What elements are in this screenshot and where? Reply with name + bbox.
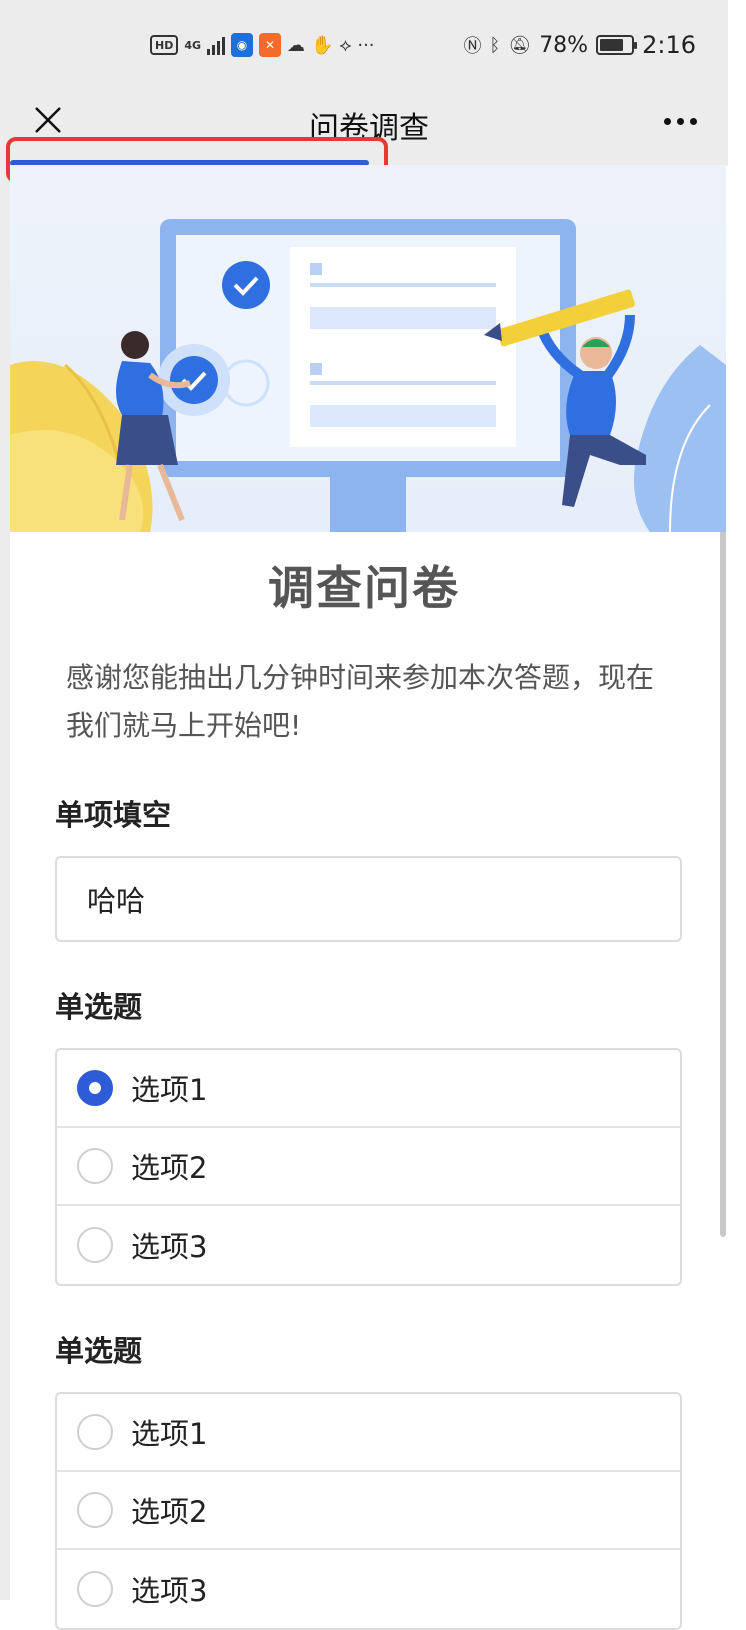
- hero-illustration: [10, 165, 726, 532]
- radio-button[interactable]: [77, 1148, 113, 1184]
- survey-title: 调查问卷: [268, 561, 460, 615]
- option-label: 选项2: [131, 1151, 208, 1185]
- option-label: 选项3: [131, 1574, 208, 1608]
- close-button[interactable]: [28, 100, 68, 140]
- signal-icon: [207, 35, 226, 55]
- radio-button-checked[interactable]: [77, 1070, 113, 1106]
- status-right-icons: Ⓝ ᛒ 🔕︎ 78% 2:16: [464, 31, 696, 59]
- clock: 2:16: [642, 31, 696, 59]
- survey-description: 感谢您能抽出几分钟时间来参加本次答题，现在我们就马上开始吧!: [66, 661, 655, 742]
- radio-option[interactable]: 选项2: [57, 1472, 680, 1550]
- nav-bar: 问卷调查: [10, 90, 728, 160]
- option-label: 选项1: [131, 1073, 208, 1107]
- option-label: 选项3: [131, 1230, 208, 1264]
- nfc-icon: Ⓝ: [463, 36, 482, 57]
- network-type-icon: 4G: [184, 38, 202, 52]
- radio-option[interactable]: 选项1: [57, 1050, 680, 1128]
- more-dot: [689, 117, 697, 125]
- hand-icon: ✋: [311, 34, 334, 56]
- hd-icon: HD: [150, 35, 179, 55]
- option-label: 选项2: [131, 1495, 208, 1529]
- status-bar: HD 4G ◉ ✕ ☁ ✋ ⟡ ··· Ⓝ ᛒ 🔕︎ 78% 2:16: [10, 0, 728, 90]
- fill-in-input[interactable]: [55, 856, 682, 942]
- option-label: 选项1: [131, 1417, 208, 1451]
- mute-icon: 🔕︎: [508, 34, 532, 56]
- bluetooth-icon: ᛒ: [489, 34, 501, 56]
- more-menu-button[interactable]: [660, 106, 700, 136]
- link-icon: ⟡: [339, 34, 352, 56]
- app-notification-icon: ◉: [231, 33, 254, 57]
- more-notifications-icon: ···: [357, 34, 375, 56]
- status-left-icons: HD 4G ◉ ✕ ☁ ✋ ⟡ ···: [150, 33, 375, 57]
- radio-button[interactable]: [77, 1571, 113, 1607]
- radio-group: 选项1 选项2 选项3: [55, 1048, 682, 1286]
- app-notification-icon: ✕: [259, 33, 282, 57]
- radio-option[interactable]: 选项3: [57, 1550, 680, 1628]
- radio-button[interactable]: [77, 1492, 113, 1528]
- close-icon: [35, 107, 61, 133]
- wechat-icon: ☁: [287, 34, 306, 56]
- radio-group: 选项1 选项2 选项3: [55, 1392, 682, 1630]
- radio-option[interactable]: 选项3: [57, 1206, 680, 1284]
- left-gutter: [0, 0, 10, 1600]
- radio-button[interactable]: [77, 1227, 113, 1263]
- radio-option[interactable]: 选项2: [57, 1128, 680, 1206]
- question-label: 单选题: [55, 1334, 143, 1368]
- radio-option[interactable]: 选项1: [57, 1394, 680, 1472]
- question-label: 单选题: [55, 990, 143, 1024]
- page-title: 问卷调查: [309, 111, 429, 146]
- battery-percent: 78%: [539, 32, 589, 58]
- more-dot: [663, 117, 671, 125]
- survey-content: 调查问卷 感谢您能抽出几分钟时间来参加本次答题，现在我们就马上开始吧! 单项填空…: [10, 532, 718, 1630]
- radio-button[interactable]: [77, 1414, 113, 1450]
- battery-icon: [596, 35, 638, 55]
- question-label: 单项填空: [55, 798, 172, 832]
- more-dot: [676, 117, 684, 125]
